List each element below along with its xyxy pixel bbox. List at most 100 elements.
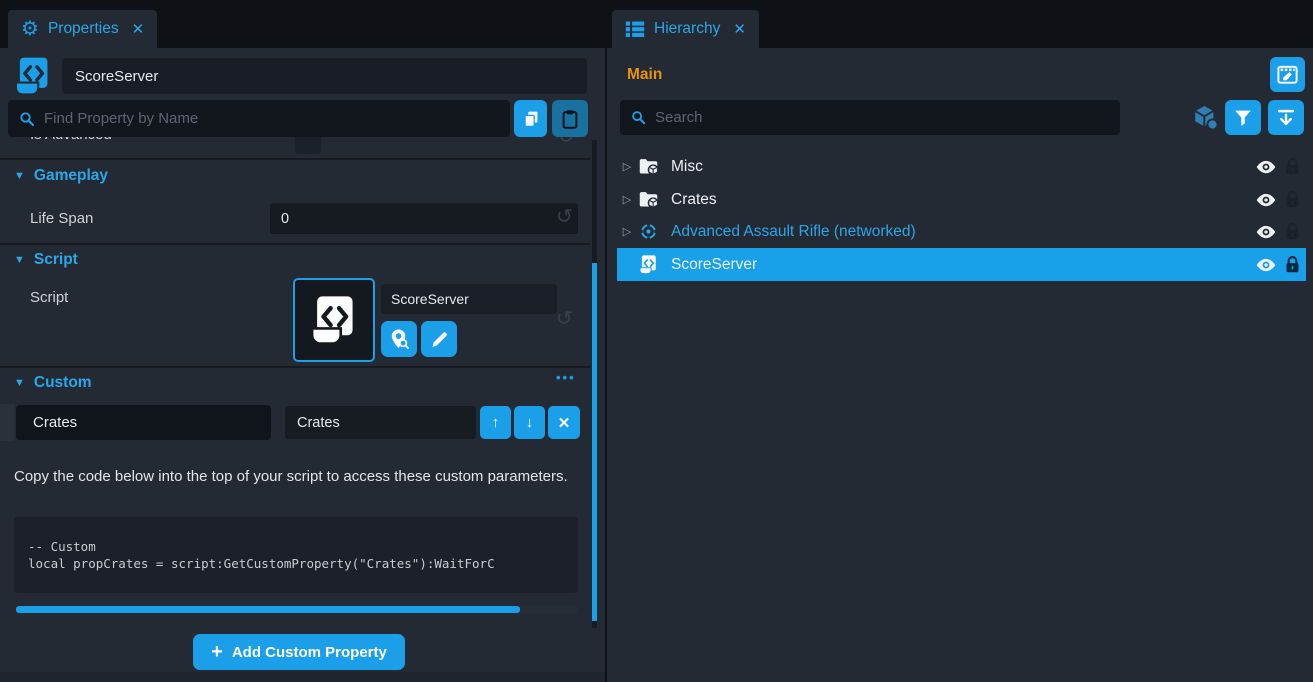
custom-param-name-input[interactable] <box>16 405 271 440</box>
property-search-input[interactable] <box>44 110 500 127</box>
folder-cube-icon <box>638 189 659 210</box>
publish-event-button[interactable] <box>1270 57 1305 92</box>
find-script-button[interactable] <box>381 321 417 357</box>
collapse-arrow-icon <box>1275 107 1297 129</box>
lock-icon[interactable] <box>1284 190 1301 209</box>
tab-hierarchy[interactable]: Hierarchy ✕ <box>612 10 759 48</box>
remove-param-button[interactable]: ✕ <box>548 406 580 439</box>
properties-tab-label: Properties <box>48 20 119 38</box>
code-snippet-block[interactable]: -- Custom local propCrates = script:GetC… <box>14 517 578 593</box>
code-line: local propCrates = script:GetCustomPrope… <box>28 555 578 572</box>
edit-script-button[interactable] <box>421 321 457 357</box>
collapse-all-button[interactable] <box>1268 100 1304 135</box>
copy-icon <box>520 108 542 130</box>
visibility-eye-icon[interactable] <box>1255 156 1277 178</box>
is-advanced-checkbox[interactable] <box>295 137 321 154</box>
divider <box>0 243 590 245</box>
close-icon[interactable]: ✕ <box>132 20 145 38</box>
script-asset-thumbnail[interactable] <box>293 278 375 362</box>
divider <box>0 366 590 368</box>
filter-button[interactable] <box>1225 100 1261 135</box>
tree-row-misc[interactable]: ▷ Misc <box>617 150 1306 183</box>
tree-row-scoreserver[interactable]: ScoreServer <box>617 248 1306 281</box>
visibility-eye-icon[interactable] <box>1255 254 1277 276</box>
move-param-down-button[interactable]: ↓ <box>514 406 545 439</box>
divider <box>0 158 590 160</box>
overflow-menu-icon[interactable]: ••• <box>556 370 576 385</box>
reset-icon[interactable]: ↺ <box>556 309 573 329</box>
search-icon <box>630 109 647 126</box>
lock-icon[interactable] <box>1284 255 1301 274</box>
properties-body: Is Advanced ↺ ▼ Gameplay Life Span ↺ ▼ S… <box>0 48 605 682</box>
tab-properties[interactable]: ⚙ Properties ✕ <box>8 10 157 48</box>
horizontal-scrollbar-track[interactable] <box>16 606 578 613</box>
visibility-eye-icon[interactable] <box>1255 189 1277 211</box>
hierarchy-panel: Hierarchy ✕ Main ▷ Misc ▷ Crate <box>607 0 1313 682</box>
down-arrow-icon: ↓ <box>526 414 534 431</box>
code-line: -- Custom <box>28 538 578 555</box>
hierarchy-body: Main ▷ Misc ▷ Crates <box>607 48 1313 682</box>
lock-icon[interactable] <box>1284 157 1301 176</box>
clipboard-icon <box>559 108 581 130</box>
scene-label: Main <box>627 66 662 84</box>
life-span-input[interactable] <box>270 203 578 234</box>
param-drag-handle[interactable] <box>0 404 14 441</box>
section-gameplay[interactable]: ▼ Gameplay <box>14 167 108 185</box>
script-icon <box>12 55 54 97</box>
add-custom-property-label: Add Custom Property <box>232 644 387 661</box>
object-name-input[interactable] <box>62 58 587 94</box>
lock-icon[interactable] <box>1284 222 1301 241</box>
section-gameplay-title: Gameplay <box>34 167 108 185</box>
chevron-down-icon: ▼ <box>14 254 25 266</box>
reset-icon[interactable]: ↺ <box>556 207 573 227</box>
chevron-down-icon: ▼ <box>14 170 25 182</box>
folder-cube-icon <box>638 156 659 177</box>
close-icon[interactable]: ✕ <box>733 20 746 38</box>
funnel-icon <box>1232 107 1254 129</box>
expander-icon[interactable]: ▷ <box>621 160 633 173</box>
script-name-field[interactable]: ScoreServer <box>381 284 557 314</box>
tree-item-label: ScoreServer <box>671 256 757 274</box>
tree-item-label: Advanced Assault Rifle (networked) <box>671 223 916 241</box>
hierarchy-search-input[interactable] <box>655 109 1110 126</box>
script-icon <box>307 293 361 347</box>
reset-icon[interactable]: ↺ <box>558 137 575 147</box>
tree-row-crates[interactable]: ▷ Crates <box>617 183 1306 216</box>
script-row-label: Script <box>30 289 68 306</box>
custom-param-value-input[interactable] <box>285 406 476 439</box>
tree-item-label: Crates <box>671 191 717 209</box>
pin-search-icon <box>388 328 411 351</box>
search-icon <box>18 110 36 128</box>
expander-icon[interactable]: ▷ <box>621 225 633 238</box>
section-script[interactable]: ▼ Script <box>14 251 78 269</box>
vertical-scrollbar-thumb[interactable] <box>592 263 597 621</box>
add-custom-property-button[interactable]: + Add Custom Property <box>193 634 405 670</box>
move-param-up-button[interactable]: ↑ <box>480 406 511 439</box>
section-custom[interactable]: ▼ Custom <box>14 374 92 392</box>
custom-help-text: Copy the code below into the top of your… <box>14 467 570 487</box>
target-icon <box>638 221 659 242</box>
paste-properties-button[interactable] <box>552 100 588 137</box>
horizontal-scrollbar-thumb[interactable] <box>16 606 520 613</box>
networked-cube-icon[interactable] <box>1191 103 1220 132</box>
copy-properties-button[interactable] <box>514 100 547 137</box>
section-custom-title: Custom <box>34 374 92 392</box>
chevron-down-icon: ▼ <box>14 377 25 389</box>
expander-icon[interactable]: ▷ <box>621 193 633 206</box>
life-span-label: Life Span <box>30 210 93 227</box>
hierarchy-tab-label: Hierarchy <box>654 20 720 38</box>
properties-scroll-area: Is Advanced ↺ ▼ Gameplay Life Span ↺ ▼ S… <box>0 137 590 630</box>
properties-panel: ⚙ Properties ✕ Is Advanced ↺ ▼ <box>0 0 605 682</box>
vertical-scrollbar-track[interactable] <box>592 140 597 628</box>
tree-row-assault-rifle[interactable]: ▷ Advanced Assault Rifle (networked) <box>617 215 1306 248</box>
hierarchy-list-icon <box>625 19 645 39</box>
pencil-icon <box>429 329 450 350</box>
properties-gear-icon: ⚙ <box>21 19 39 39</box>
calendar-rocket-icon <box>1276 63 1299 86</box>
script-icon <box>638 254 659 275</box>
section-script-title: Script <box>34 251 78 269</box>
hierarchy-search <box>620 100 1120 135</box>
panel-footer <box>0 672 605 682</box>
tree-item-label: Misc <box>671 158 703 176</box>
visibility-eye-icon[interactable] <box>1255 221 1277 243</box>
